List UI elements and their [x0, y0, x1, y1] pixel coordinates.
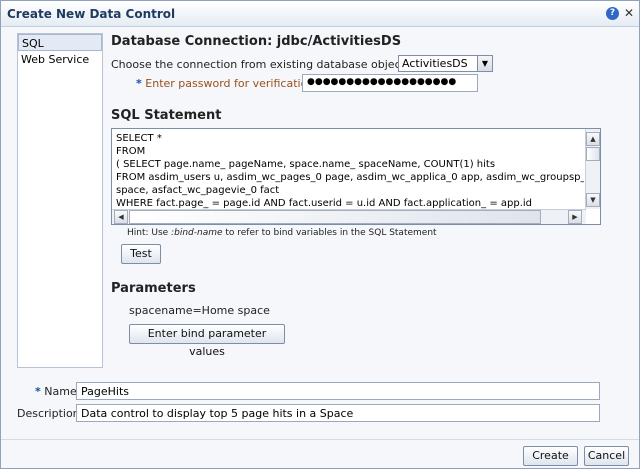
bind-variable-hint: Hint: Use :bind-name to refer to bind va… [127, 228, 437, 238]
hint-bind-name: :bind-name [171, 228, 223, 238]
required-mark: * [136, 77, 142, 90]
sql-vertical-scrollbar[interactable]: ▲ ▼ [585, 129, 600, 209]
dialog-titlebar: Create New Data Control ? ✕ [1, 1, 639, 27]
sql-statement-heading: SQL Statement [111, 108, 222, 123]
name-input[interactable]: PageHits [76, 382, 600, 400]
sql-text[interactable]: SELECT * FROM ( SELECT page.name_ pageNa… [116, 132, 584, 209]
parameter-value: spacename=Home space [129, 304, 270, 317]
cancel-button[interactable]: Cancel [584, 446, 629, 466]
scroll-up-icon[interactable]: ▲ [586, 132, 600, 146]
password-label-group: * Enter password for verification [136, 77, 314, 90]
name-label-group: * Name [35, 385, 77, 398]
sql-line: WHERE fact.page_ = page.id AND fact.user… [116, 198, 533, 209]
create-button[interactable]: Create [523, 446, 578, 466]
description-input[interactable]: Data control to display top 5 page hits … [76, 404, 600, 422]
source-type-list: SQL Web Service [17, 33, 103, 368]
connection-select[interactable]: ActivitiesDS ▼ [398, 55, 493, 72]
scroll-down-icon[interactable]: ▼ [586, 193, 600, 207]
sql-statement-textarea[interactable]: SELECT * FROM ( SELECT page.name_ pageNa… [111, 128, 601, 225]
hint-suffix: to refer to bind variables in the SQL St… [222, 228, 437, 238]
name-label: Name [44, 385, 77, 398]
vertical-scroll-thumb[interactable] [586, 147, 600, 161]
horizontal-scroll-thumb[interactable] [129, 210, 541, 224]
hint-prefix: Hint: Use [127, 228, 172, 238]
password-label: Enter password for verification [145, 77, 315, 90]
sql-line: FROM [116, 146, 146, 157]
dropdown-arrow-icon[interactable]: ▼ [477, 56, 492, 71]
footer-divider [1, 439, 639, 440]
choose-connection-label: Choose the connection from existing data… [111, 58, 411, 71]
nav-item-sql[interactable]: SQL [18, 34, 102, 51]
help-icon[interactable]: ? [606, 7, 619, 20]
test-button[interactable]: Test [121, 244, 161, 264]
connection-select-value: ActivitiesDS [402, 57, 468, 70]
required-mark: * [35, 385, 41, 398]
sql-line: space, asfact_wc_pagevie_0 fact [116, 185, 280, 196]
enter-bind-parameter-values-button[interactable]: Enter bind parameter values [129, 324, 285, 358]
sql-line: ( SELECT page.name_ pageName, space.name… [116, 159, 496, 170]
scroll-right-icon[interactable]: ▶ [568, 210, 582, 224]
sql-line: FROM asdim_users u, asdim_wc_pages_0 pag… [116, 172, 584, 183]
dialog-title: Create New Data Control [7, 7, 176, 21]
close-icon[interactable]: ✕ [624, 5, 634, 21]
scroll-left-icon[interactable]: ◀ [114, 210, 128, 224]
parameters-heading: Parameters [111, 281, 196, 296]
password-input[interactable]: ●●●●●●●●●●●●●●●●●●● [302, 74, 478, 92]
sql-line: SELECT * [116, 133, 162, 144]
nav-item-web-service[interactable]: Web Service [18, 51, 102, 68]
create-data-control-dialog: Create New Data Control ? ✕ SQL Web Serv… [0, 0, 640, 469]
sql-horizontal-scrollbar[interactable]: ◀ ▶ [112, 209, 586, 224]
description-label: Description [17, 407, 80, 420]
database-connection-heading: Database Connection: jdbc/ActivitiesDS [111, 34, 402, 49]
